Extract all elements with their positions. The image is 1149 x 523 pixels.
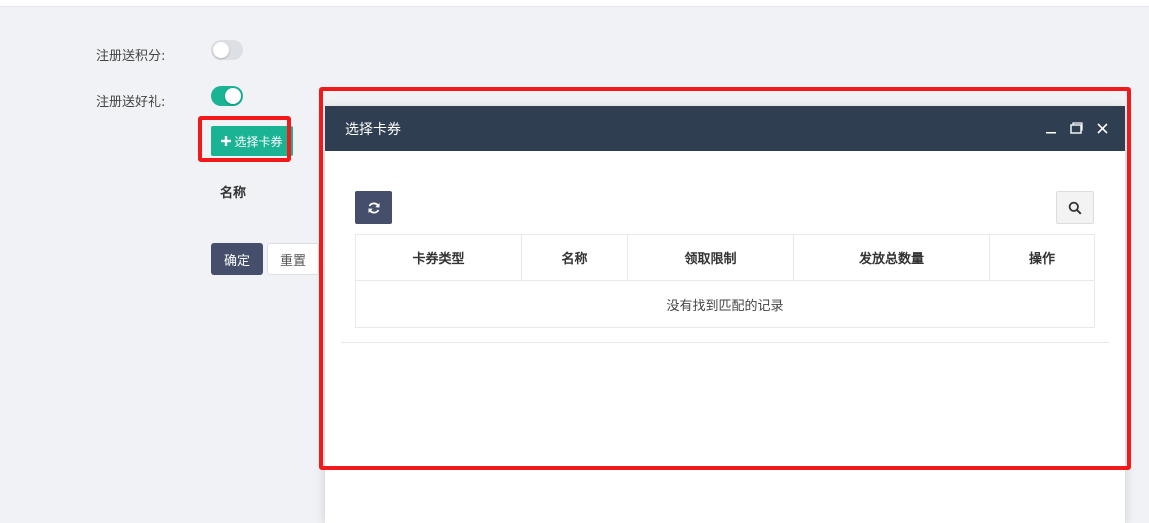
toggle-knob	[225, 88, 241, 104]
points-toggle[interactable]	[211, 40, 243, 60]
highlight-dialog	[319, 87, 1131, 470]
name-column-header: 名称	[220, 186, 247, 201]
toggle-knob	[213, 42, 229, 58]
confirm-button[interactable]: 确定	[211, 243, 263, 275]
gift-label: 注册送好礼:	[96, 95, 166, 110]
gift-toggle[interactable]	[211, 86, 243, 106]
reset-button[interactable]: 重置	[267, 243, 319, 275]
top-bar	[0, 0, 1149, 7]
points-label: 注册送积分:	[96, 49, 166, 64]
highlight-select-button	[198, 116, 291, 162]
